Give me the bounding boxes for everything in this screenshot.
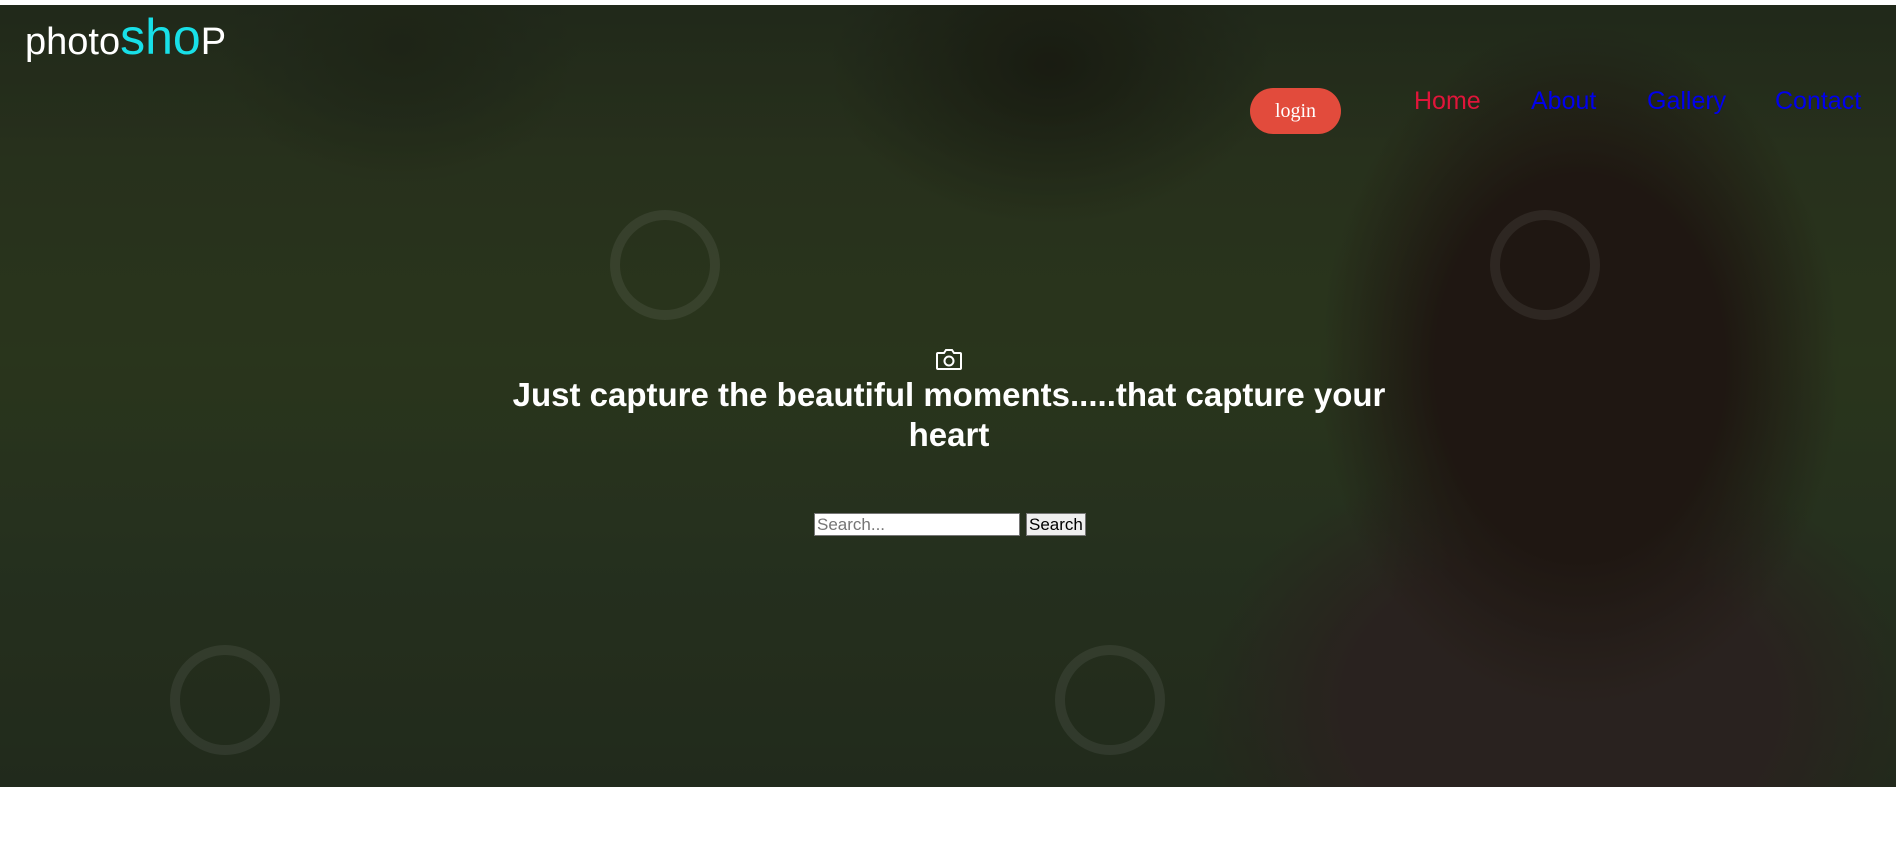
site-logo[interactable]: photoshoP xyxy=(25,8,226,66)
nav-about-link[interactable]: About xyxy=(1531,87,1647,116)
search-form: Search xyxy=(814,513,1086,536)
logo-part-photo: photo xyxy=(25,21,121,63)
watermark-swirl xyxy=(610,210,720,320)
search-input[interactable] xyxy=(814,513,1020,536)
search-button[interactable]: Search xyxy=(1026,513,1086,536)
logo-part-sho: sho xyxy=(120,9,201,65)
nav-home-link[interactable]: Home xyxy=(1414,87,1531,116)
main-nav: Home About Gallery Contact xyxy=(1414,87,1865,116)
watermark-swirl xyxy=(1490,210,1600,320)
watermark-swirl xyxy=(170,645,280,755)
camera-icon xyxy=(936,349,962,370)
watermark-swirl xyxy=(1055,645,1165,755)
nav-gallery-link[interactable]: Gallery xyxy=(1647,87,1775,116)
hero-headline: Just capture the beautiful moments.....t… xyxy=(512,376,1386,453)
nav-contact-link[interactable]: Contact xyxy=(1775,87,1865,116)
login-button[interactable]: login xyxy=(1250,88,1341,134)
logo-part-p: P xyxy=(200,21,227,63)
